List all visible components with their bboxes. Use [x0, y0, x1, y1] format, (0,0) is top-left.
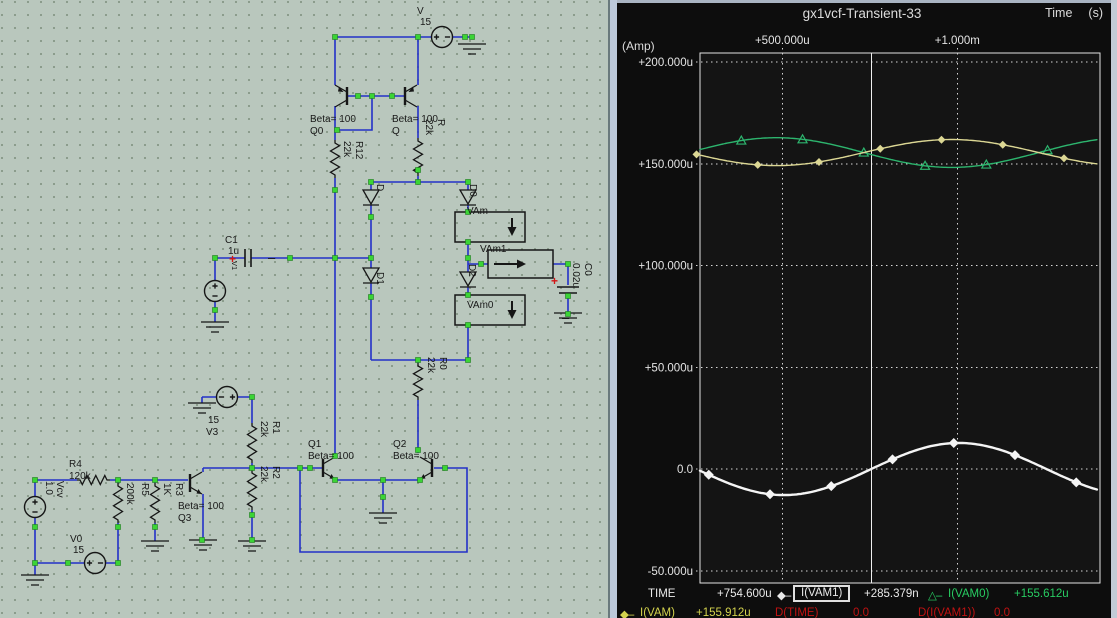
vam0-value: +155.612u: [1014, 588, 1069, 600]
component-label: R: [435, 119, 446, 126]
component-label: 1.0: [43, 481, 54, 495]
x-axis-name: Time: [1045, 6, 1072, 20]
y-tick-label: 0.0: [677, 464, 693, 476]
component-label: V3: [206, 427, 219, 438]
component-label: Beta= 100: [310, 114, 356, 125]
x-tick-label: +500.000u: [755, 35, 810, 47]
component-label: Q1: [308, 439, 322, 450]
time-label: TIME: [648, 588, 675, 600]
component-label: –: [268, 250, 276, 265]
component-label: C1: [225, 235, 238, 246]
trace-name-vam0[interactable]: I(VAM0): [948, 588, 989, 600]
schematic-pane[interactable]: V15Beta= 100Q0Beta= 100Q22kR1222kRC11u+V…: [0, 0, 608, 618]
x-axis-unit: (s): [1088, 6, 1103, 20]
component-label: D2: [466, 264, 477, 277]
component-label: 120k: [69, 471, 92, 482]
component-label: D0: [467, 184, 478, 197]
vam1-trace-marker-icon: ◆–: [777, 588, 790, 602]
pane-divider[interactable]: [608, 0, 617, 618]
circuit-simulator-window: V15Beta= 100Q0Beta= 100Q22kR1222kRC11u+V…: [0, 0, 1117, 618]
component-label: R1: [270, 421, 281, 434]
component-label: R5: [139, 483, 150, 496]
component-label: V1: [230, 261, 239, 270]
component-label: C0: [582, 263, 593, 276]
waveform-pane: +200.000u +150.000u +100.000u +50.000u 0.0 -5…: [617, 0, 1117, 618]
schematic-grid-background: [0, 0, 608, 618]
component-label: 22k: [341, 141, 352, 158]
component-label: R3: [173, 483, 184, 496]
component-label: R2: [270, 466, 281, 479]
vam-trace-marker-icon: ◆–: [620, 607, 633, 618]
component-label: –: [562, 310, 570, 325]
y-tick-label: +200.000u: [638, 57, 693, 69]
y-tick-label: +150.000u: [638, 159, 693, 171]
y-tick-label: +100.000u: [638, 261, 693, 273]
component-label: 22k: [423, 119, 434, 136]
component-label: Q0: [310, 126, 324, 137]
component-label: VAm0: [467, 300, 494, 311]
trace-name-vam[interactable]: I(VAM): [640, 607, 675, 618]
vam1-value: +285.379n: [864, 588, 919, 600]
y-axis-unit-label: (Amp): [622, 39, 655, 53]
x-tick-label: +1.000m: [935, 35, 980, 47]
component-label: 22k: [258, 421, 269, 438]
component-label: Beta= 100: [308, 451, 354, 462]
component-label: D1: [374, 272, 385, 285]
plot-border: [700, 53, 1100, 583]
waveform-plot[interactable]: +200.000u +150.000u +100.000u +50.000u 0.0 -5…: [617, 0, 1117, 618]
component-label: VAm1: [480, 244, 507, 255]
component-label: V0: [70, 534, 83, 545]
component-label: 15: [73, 545, 85, 556]
component-label: Q3: [178, 513, 192, 524]
component-label: D: [374, 184, 385, 191]
vam0-trace-marker-icon: △–: [928, 588, 941, 602]
time-value: +754.600u: [717, 588, 772, 600]
component-label: 22k: [258, 466, 269, 483]
component-label: 22k: [425, 357, 436, 374]
window-right-edge[interactable]: [1111, 0, 1117, 618]
divam1-value: 0.0: [994, 607, 1010, 618]
y-tick-label: -50.000u: [648, 566, 693, 578]
component-label: VAm: [467, 206, 488, 217]
x-axis-title: Time (s): [1045, 6, 1103, 20]
component-label: Q2: [393, 439, 407, 450]
trace-name-vam1[interactable]: I(VAM1): [793, 585, 850, 602]
component-label: R4: [69, 459, 82, 470]
component-label: Q: [392, 126, 400, 137]
plot-title: gx1vcf-Transient-33: [727, 6, 997, 21]
vam-value: +155.912u: [696, 607, 751, 618]
component-label: 15: [420, 17, 432, 28]
component-label: 15: [208, 415, 220, 426]
component-label: R12: [353, 141, 364, 160]
component-label: 200k: [124, 483, 135, 506]
window-top-edge: [617, 0, 1117, 3]
component-label: V: [417, 6, 424, 17]
component-label: +: [551, 274, 558, 288]
component-label: 0.02u: [570, 263, 581, 288]
component-label: 1K: [161, 483, 172, 496]
divam1-label: D(I(VAM1)): [918, 607, 975, 618]
y-tick-label: +50.000u: [645, 362, 693, 374]
component-label: Beta= 100: [178, 501, 224, 512]
dtime-label: D(TIME): [775, 607, 818, 618]
component-label: Beta= 100: [393, 451, 439, 462]
dtime-value: 0.0: [853, 607, 869, 618]
component-label: Vcv: [54, 481, 65, 498]
component-label: R0: [437, 357, 448, 370]
schematic-canvas[interactable]: V15Beta= 100Q0Beta= 100Q22kR1222kRC11u+V…: [0, 0, 608, 618]
